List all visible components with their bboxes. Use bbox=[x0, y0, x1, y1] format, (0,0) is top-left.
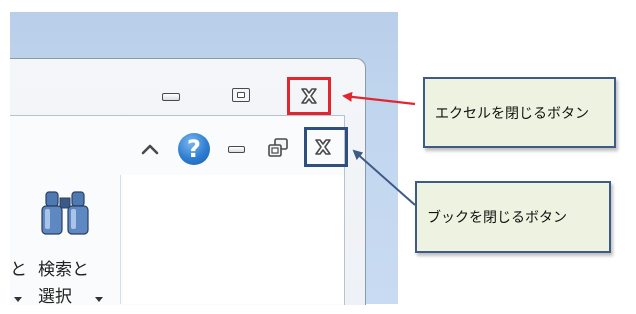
excel-close-arrow bbox=[342, 91, 416, 106]
callout-arrows bbox=[342, 91, 416, 206]
book-close-arrow bbox=[352, 149, 416, 206]
